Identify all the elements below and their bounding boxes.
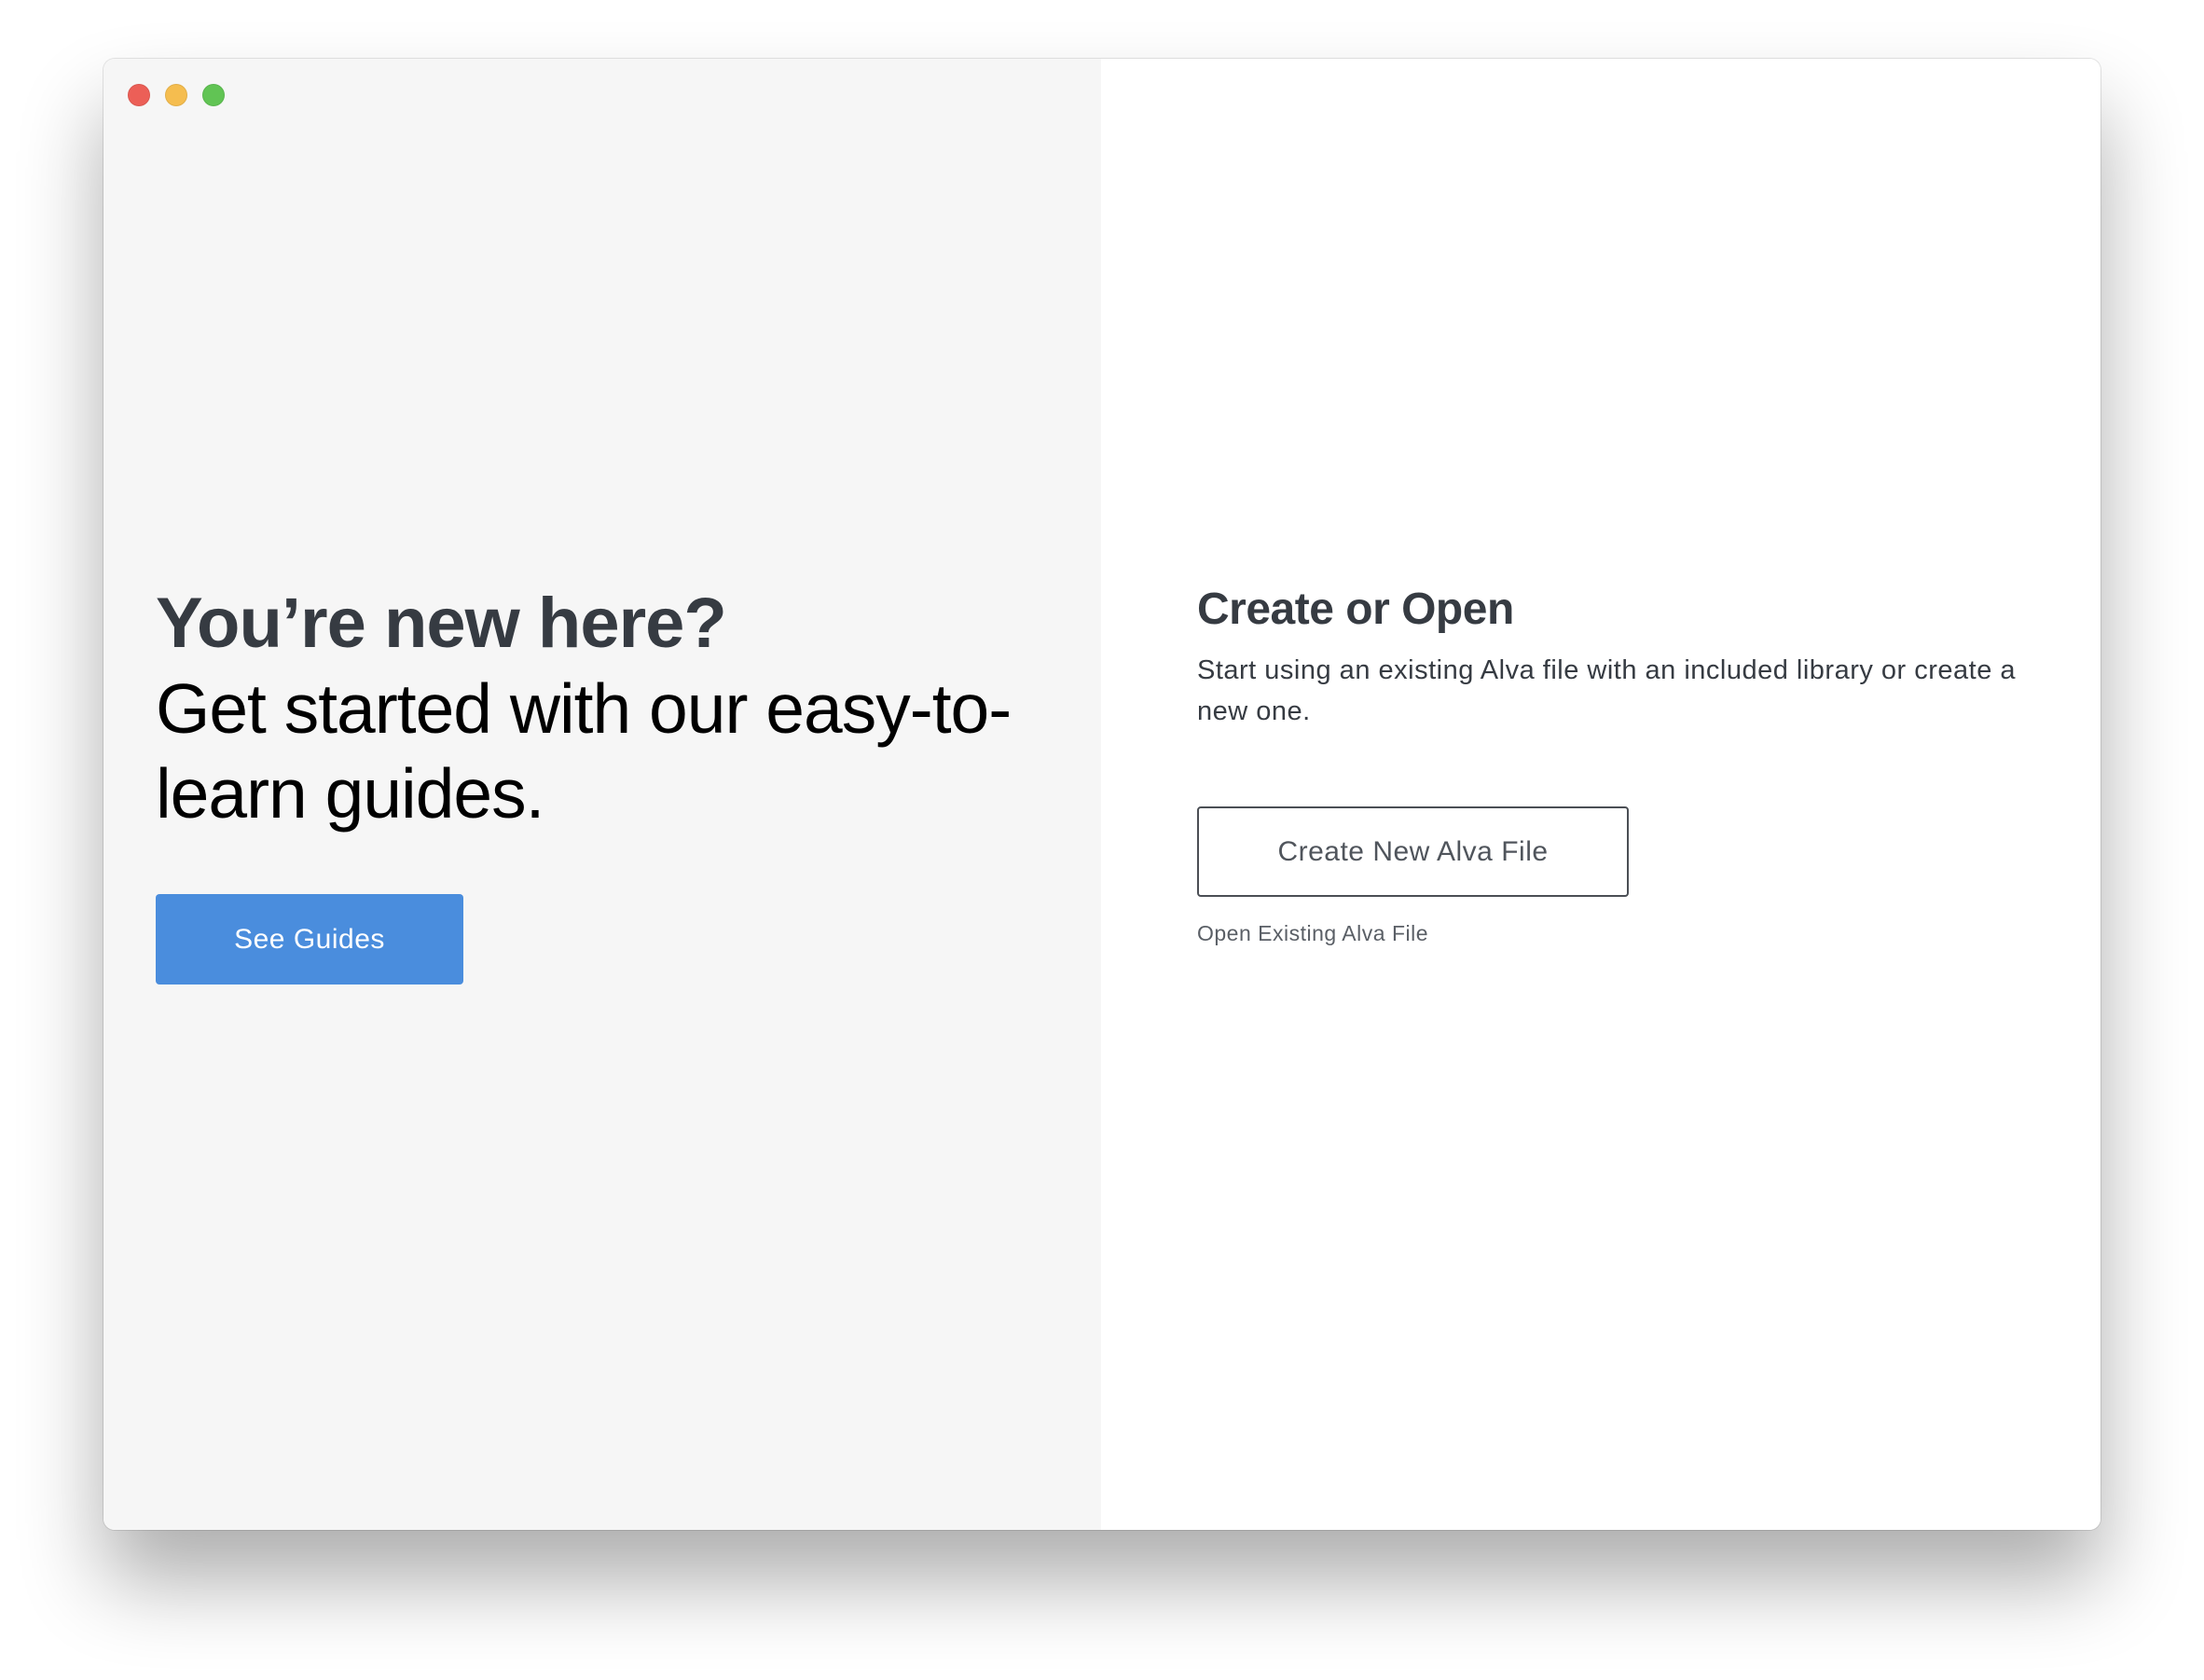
zoom-window-button[interactable] [202,84,225,106]
create-open-description: Start using an existing Alva file with a… [1197,655,2017,726]
welcome-title: You’re new here? [156,584,727,663]
close-window-button[interactable] [128,84,150,106]
create-open-pane: Create or Open Start using an existing A… [1101,59,2101,1530]
welcome-section: You’re new here? Get started with our ea… [156,581,1051,985]
open-existing-file-link[interactable]: Open Existing Alva File [1197,921,2073,946]
create-open-title: Create or Open [1197,585,1514,634]
minimize-window-button[interactable] [165,84,187,106]
create-new-file-button[interactable]: Create New Alva File [1197,806,1629,897]
welcome-subtitle: Get started with our easy-to-learn guide… [156,669,1012,833]
app-window: You’re new here? Get started with our ea… [103,59,2101,1530]
window-controls [128,84,225,106]
welcome-pane: You’re new here? Get started with our ea… [103,59,1101,1530]
see-guides-button[interactable]: See Guides [156,894,463,985]
create-open-section: Create or Open Start using an existing A… [1197,577,2073,946]
